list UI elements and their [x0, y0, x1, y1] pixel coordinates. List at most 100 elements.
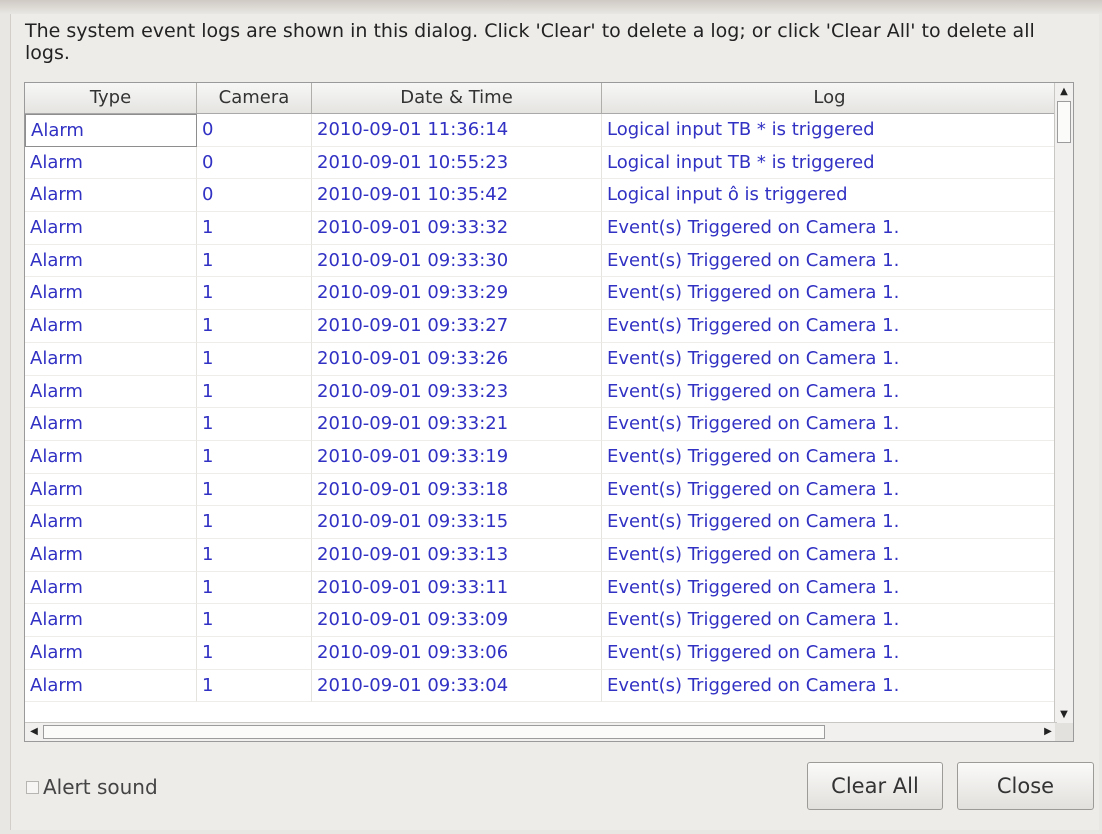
table-row[interactable]: Alarm 1 2010-09-01 09:33:30 Event(s) Trigge… [25, 244, 1057, 278]
table-row[interactable]: Alarm 1 2010-09-01 09:33:11 Event(s) Trigge… [25, 571, 1057, 605]
column-header-log[interactable]: Log [602, 83, 1057, 113]
cell-type: Alarm [25, 440, 197, 474]
cell-date-time: 2010-09-01 09:33:21 [312, 408, 602, 441]
cell-type: Alarm [25, 342, 197, 376]
cell-type: Alarm [25, 669, 197, 703]
cell-type: Alarm [25, 244, 197, 278]
event-log-table[interactable]: Type Camera Date & Time Log Alarm 0 2010-0… [24, 82, 1074, 742]
cell-type: Alarm [25, 473, 197, 507]
cell-log: Event(s) Triggered on Camera 1. [602, 277, 1057, 311]
table-row[interactable]: Alarm 1 2010-09-01 09:33:32 Event(s) Trigge… [25, 212, 1057, 245]
cell-type: Alarm [25, 506, 197, 539]
cell-type: Alarm [25, 277, 197, 311]
vertical-scroll-thumb[interactable] [1057, 101, 1071, 143]
column-header-date-time[interactable]: Date & Time [312, 83, 602, 113]
cell-date-time: 2010-09-01 09:33:09 [312, 604, 602, 637]
window-top-edge [0, 0, 1102, 14]
table-row[interactable]: Alarm 1 2010-09-01 09:33:15 Event(s) Trigge… [25, 506, 1057, 539]
column-header-type[interactable]: Type [25, 83, 197, 113]
cell-log: Logical input TB * is triggered [602, 114, 1057, 147]
alert-sound-label: Alert sound [43, 775, 158, 799]
cell-camera: 1 [197, 571, 312, 605]
horizontal-scrollbar[interactable]: ◀ ▶ [25, 722, 1057, 741]
cell-date-time: 2010-09-01 09:33:27 [312, 310, 602, 343]
cell-camera: 1 [197, 408, 312, 441]
table-row[interactable]: Alarm 1 2010-09-01 09:33:27 Event(s) Trigge… [25, 310, 1057, 343]
cell-camera: 1 [197, 604, 312, 637]
cell-date-time: 2010-09-01 09:33:06 [312, 637, 602, 670]
table-header: Type Camera Date & Time Log [25, 83, 1057, 114]
cell-date-time: 2010-09-01 11:36:14 [312, 114, 602, 147]
cell-type: Alarm [25, 571, 197, 605]
cell-type: Alarm [25, 114, 197, 147]
cell-camera: 0 [197, 179, 312, 213]
cell-date-time: 2010-09-01 09:33:29 [312, 277, 602, 311]
cell-date-time: 2010-09-01 09:33:26 [312, 342, 602, 376]
table-row[interactable]: Alarm 1 2010-09-01 09:33:09 Event(s) Trigge… [25, 604, 1057, 637]
vertical-scrollbar[interactable]: ▲ ▼ [1054, 83, 1073, 724]
table-row[interactable]: Alarm 1 2010-09-01 09:33:06 Event(s) Trigge… [25, 637, 1057, 670]
close-button[interactable]: Close [957, 762, 1094, 810]
table-row[interactable]: Alarm 1 2010-09-01 09:33:04 Event(s) Trigge… [25, 669, 1057, 703]
clear-all-button[interactable]: Clear All [807, 762, 943, 810]
column-header-camera[interactable]: Camera [197, 83, 312, 113]
cell-type: Alarm [25, 408, 197, 441]
table-row[interactable]: Alarm 1 2010-09-01 09:33:21 Event(s) Trigge… [25, 408, 1057, 441]
table-row[interactable]: Alarm 1 2010-09-01 09:33:26 Event(s) Trigge… [25, 342, 1057, 376]
cell-log: Logical input TB * is triggered [602, 147, 1057, 180]
cell-type: Alarm [25, 604, 197, 637]
scrollbar-corner [1055, 723, 1073, 741]
cell-date-time: 2010-09-01 09:33:32 [312, 212, 602, 245]
scroll-left-arrow-icon[interactable]: ◀ [25, 723, 43, 741]
cell-type: Alarm [25, 538, 197, 572]
cell-camera: 1 [197, 277, 312, 311]
cell-date-time: 2010-09-01 09:33:19 [312, 440, 602, 474]
table-row[interactable]: Alarm 1 2010-09-01 09:33:29 Event(s) Trigge… [25, 277, 1057, 311]
cell-date-time: 2010-09-01 09:33:23 [312, 375, 602, 409]
cell-log: Event(s) Triggered on Camera 1. [602, 441, 1057, 474]
horizontal-scroll-thumb[interactable] [43, 725, 825, 739]
scroll-down-arrow-icon[interactable]: ▼ [1055, 706, 1073, 724]
cell-camera: 1 [197, 669, 312, 703]
table-row[interactable]: Alarm 1 2010-09-01 09:33:19 Event(s) Trigge… [25, 440, 1057, 474]
cell-date-time: 2010-09-01 10:55:23 [312, 146, 602, 180]
cell-date-time: 2010-09-01 09:33:15 [312, 506, 602, 539]
cell-log: Event(s) Triggered on Camera 1. [602, 670, 1057, 703]
cell-camera: 1 [197, 375, 312, 409]
cell-log: Event(s) Triggered on Camera 1. [602, 539, 1057, 572]
cell-type: Alarm [25, 637, 197, 670]
table-row[interactable]: Alarm 1 2010-09-01 09:33:18 Event(s) Trigge… [25, 473, 1057, 507]
cell-camera: 1 [197, 506, 312, 539]
cell-date-time: 2010-09-01 09:33:11 [312, 571, 602, 605]
table-row[interactable]: Alarm 0 2010-09-01 10:35:42 Logical input ô… [25, 179, 1057, 213]
table-body: Alarm 0 2010-09-01 11:36:14 Logical input T… [25, 114, 1057, 724]
cell-date-time: 2010-09-01 09:33:04 [312, 669, 602, 703]
cell-type: Alarm [25, 310, 197, 343]
cell-date-time: 2010-09-01 10:35:42 [312, 179, 602, 213]
cell-date-time: 2010-09-01 09:33:18 [312, 473, 602, 507]
cell-camera: 1 [197, 244, 312, 278]
cell-log: Event(s) Triggered on Camera 1. [602, 310, 1057, 343]
cell-log: Event(s) Triggered on Camera 1. [602, 343, 1057, 376]
cell-log: Logical input ô is triggered [602, 179, 1057, 213]
scroll-up-arrow-icon[interactable]: ▲ [1055, 83, 1073, 101]
cell-camera: 1 [197, 212, 312, 245]
cell-camera: 1 [197, 637, 312, 670]
cell-camera: 0 [197, 146, 312, 180]
cell-log: Event(s) Triggered on Camera 1. [602, 572, 1057, 605]
dialog-description: The system event logs are shown in this … [25, 20, 1035, 64]
cell-date-time: 2010-09-01 09:33:13 [312, 538, 602, 572]
alert-sound-checkbox[interactable] [26, 780, 39, 794]
cell-log: Event(s) Triggered on Camera 1. [602, 474, 1057, 507]
cell-camera: 1 [197, 342, 312, 376]
cell-log: Event(s) Triggered on Camera 1. [602, 637, 1057, 670]
cell-type: Alarm [25, 179, 197, 213]
table-row[interactable]: Alarm 0 2010-09-01 10:55:23 Logical input T… [25, 146, 1057, 180]
cell-log: Event(s) Triggered on Camera 1. [602, 506, 1057, 539]
alert-sound-option[interactable]: Alert sound [26, 775, 158, 799]
cell-log: Event(s) Triggered on Camera 1. [602, 245, 1057, 278]
table-row[interactable]: Alarm 0 2010-09-01 11:36:14 Logical input T… [25, 114, 1057, 147]
table-row[interactable]: Alarm 1 2010-09-01 09:33:13 Event(s) Trigge… [25, 538, 1057, 572]
table-row[interactable]: Alarm 1 2010-09-01 09:33:23 Event(s) Trigge… [25, 375, 1057, 409]
cell-type: Alarm [25, 146, 197, 180]
